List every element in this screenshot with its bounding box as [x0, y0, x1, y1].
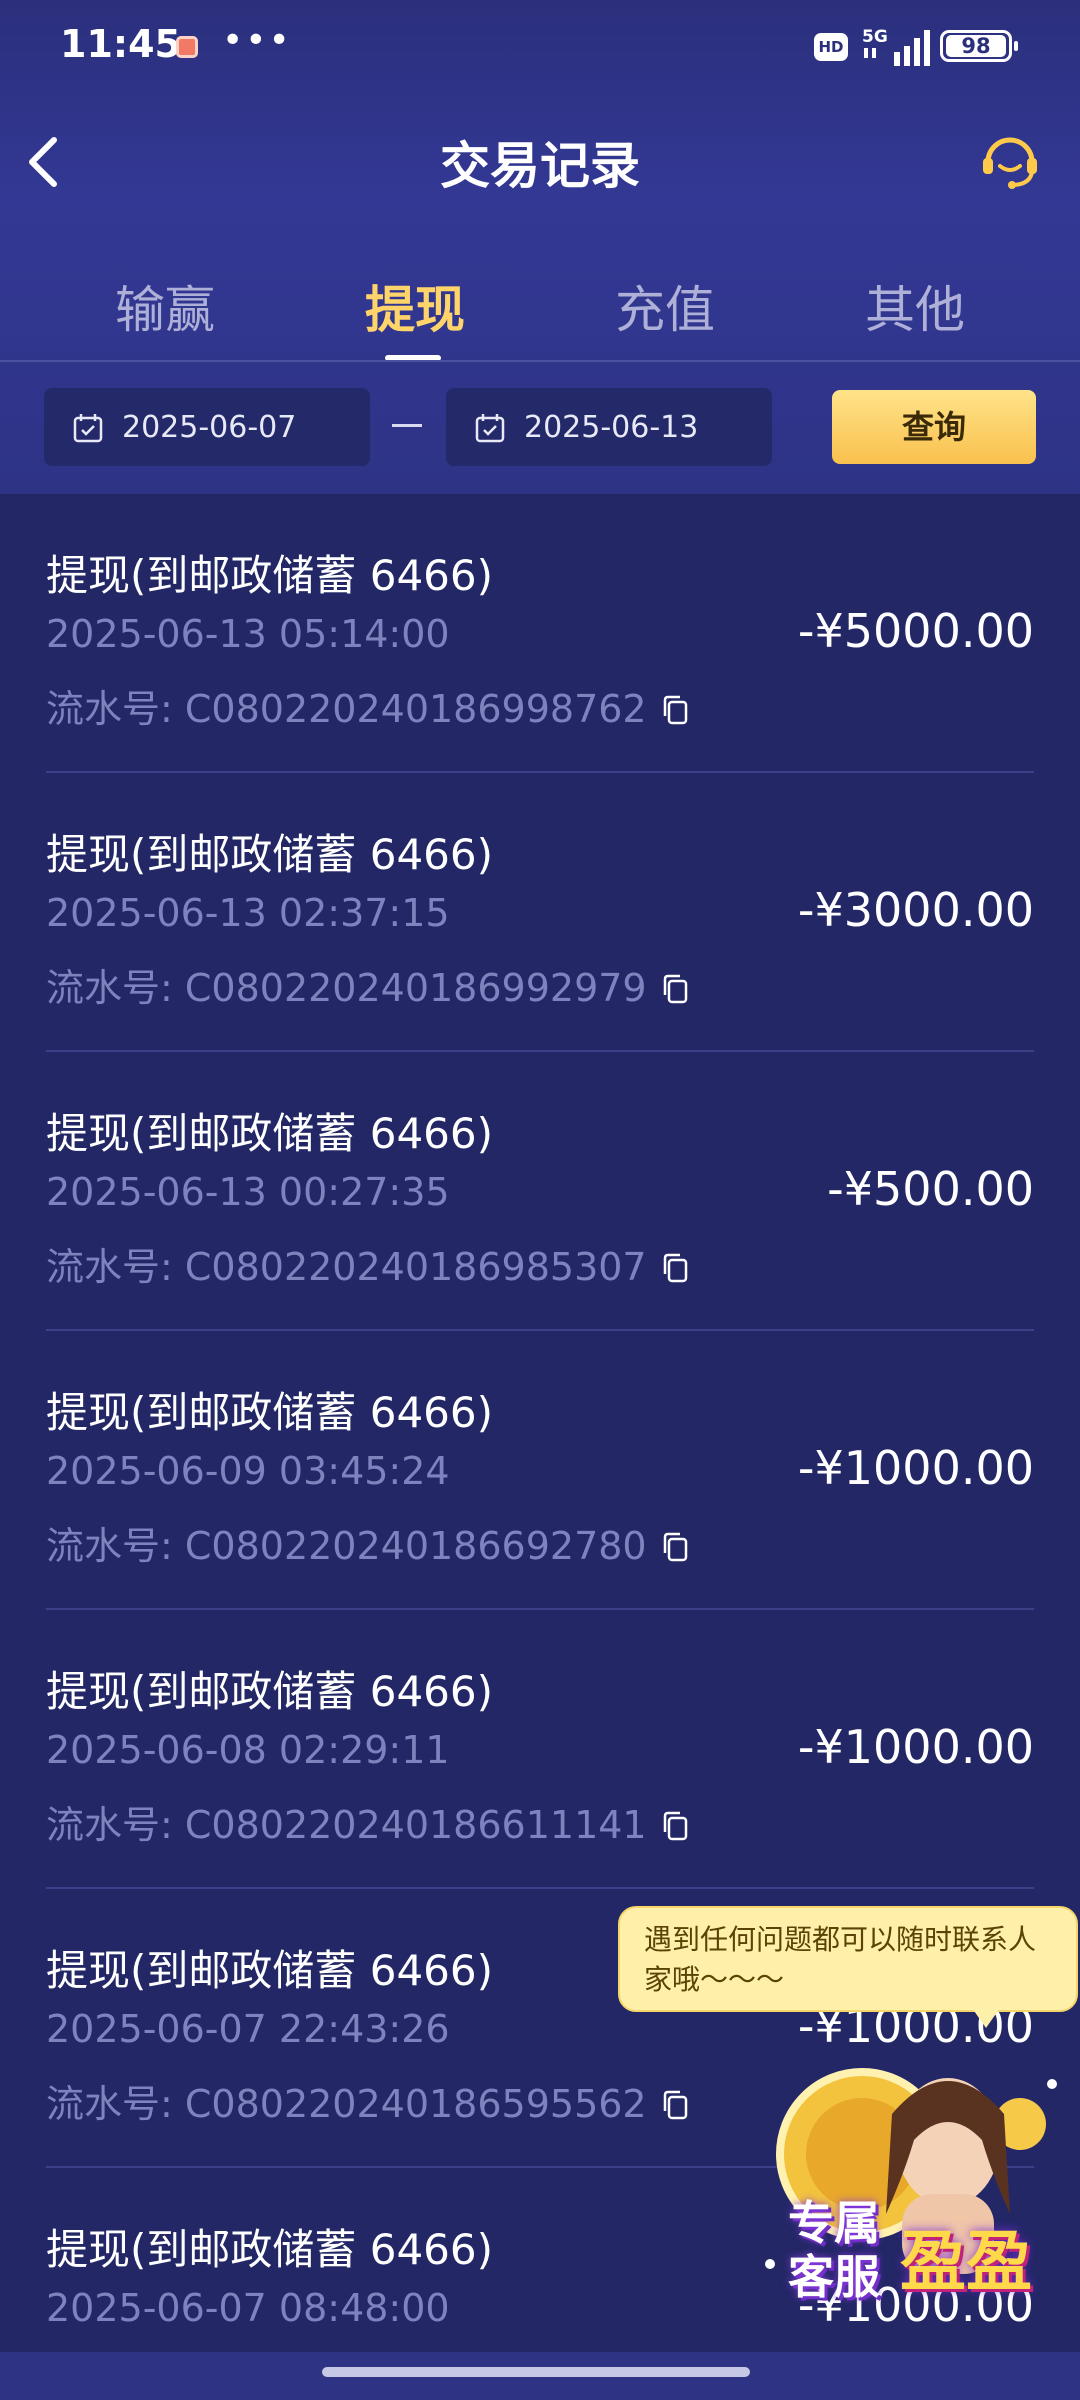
tab-bar: 输赢 提现 充值 其他	[0, 270, 1080, 361]
tab-recharge[interactable]: 充值	[540, 270, 790, 342]
status-bar: 11:45 ••• HD 5G 98	[0, 0, 1080, 96]
record-title: 提现(到邮政储蓄 6466)	[46, 1667, 494, 1716]
exclusive-service-label[interactable]: 专属 客服	[788, 2196, 880, 2304]
record-title: 提现(到邮政储蓄 6466)	[46, 830, 494, 879]
serial-text: 流水号: C080220240186595562	[46, 2082, 647, 2126]
page-title: 交易记录	[440, 137, 640, 195]
serial-text: 流水号: C080220240186692780	[46, 1524, 647, 1568]
date-range-dash	[392, 424, 422, 427]
serial-text: 流水号: C080220240186992979	[46, 966, 647, 1010]
record-time: 2025-06-13 00:27:35	[46, 1170, 450, 1214]
record-time: 2025-06-07 22:43:26	[46, 2007, 450, 2051]
copy-icon[interactable]	[661, 1810, 689, 1842]
hd-icon: HD	[814, 33, 848, 61]
calendar-icon	[73, 414, 103, 443]
record-time: 2025-06-08 02:29:11	[46, 1728, 450, 1772]
record-amount: -¥5000.00	[797, 604, 1034, 658]
record-title: 提现(到邮政储蓄 6466)	[46, 551, 494, 600]
copy-icon[interactable]	[661, 694, 689, 726]
record-time: 2025-06-13 05:14:00	[46, 612, 450, 656]
serial-text: 流水号: C080220240186985307	[46, 1245, 647, 1289]
more-notifications-icon: •••	[222, 20, 292, 61]
tab-win-loss[interactable]: 输赢	[40, 270, 290, 342]
list-item[interactable]: 提现(到邮政储蓄 6466) 2025-06-09 03:45:24 流水号: …	[0, 1331, 1080, 1610]
serial-text: 流水号: C080220240186611141	[46, 1803, 647, 1847]
tooltip-tail	[972, 2008, 1000, 2028]
record-serial: 流水号: C080220240186595562	[46, 2073, 689, 2128]
record-amount: -¥1000.00	[797, 1720, 1034, 1774]
battery-icon: 98	[940, 30, 1018, 62]
copy-icon[interactable]	[661, 973, 689, 1005]
signal-5g-icon: 5G	[862, 27, 930, 66]
record-time: 2025-06-07 08:48:00	[46, 2286, 450, 2330]
notification-app-icon	[176, 36, 198, 58]
record-serial: 流水号: C080220240186692780	[46, 1515, 689, 1570]
record-amount: -¥1000.00	[797, 1441, 1034, 1495]
list-item[interactable]: 提现(到邮政储蓄 6466) 2025-06-13 05:14:00 流水号: …	[0, 494, 1080, 773]
record-title: 提现(到邮政储蓄 6466)	[46, 1946, 494, 1995]
record-serial: 流水号: C080220240186985307	[46, 1236, 689, 1291]
tab-other[interactable]: 其他	[790, 270, 1040, 342]
record-serial: 流水号: C080220240186992979	[46, 957, 689, 1012]
copy-icon[interactable]	[661, 1531, 689, 1563]
calendar-icon	[475, 414, 505, 443]
record-amount: -¥500.00	[827, 1162, 1034, 1216]
battery-level: 98	[946, 35, 1006, 57]
service-agent-name[interactable]: 盈盈	[900, 2208, 1032, 2304]
record-serial: 流水号: C080220240186611141	[46, 1794, 689, 1849]
list-item[interactable]: 提现(到邮政储蓄 6466) 2025-06-13 00:27:35 流水号: …	[0, 1052, 1080, 1331]
record-serial: 流水号: C08022024018699876​2	[46, 678, 689, 733]
network-type-label: 5G	[862, 27, 888, 47]
end-date-value: 2025-06-13	[524, 410, 699, 445]
divider	[0, 360, 1080, 362]
start-date-value: 2025-06-07	[122, 410, 297, 445]
record-title: 提现(到邮政储蓄 6466)	[46, 1109, 494, 1158]
copy-icon[interactable]	[661, 2089, 689, 2121]
status-time: 11:45	[60, 22, 181, 66]
list-item[interactable]: 提现(到邮政储蓄 6466) 2025-06-13 02:37:15 流水号: …	[0, 773, 1080, 1052]
copy-icon[interactable]	[661, 1252, 689, 1284]
record-time: 2025-06-09 03:45:24	[46, 1449, 450, 1493]
record-title: 提现(到邮政储蓄 6466)	[46, 1388, 494, 1437]
customer-service-headset-icon[interactable]	[978, 128, 1042, 192]
service-tooltip: 遇到任何问题都可以随时联系人家哦～～～	[618, 1906, 1078, 2012]
record-time: 2025-06-13 02:37:15	[46, 891, 450, 935]
list-item[interactable]: 提现(到邮政储蓄 6466) 2025-06-08 02:29:11 流水号: …	[0, 1610, 1080, 1889]
home-indicator[interactable]	[322, 2367, 750, 2377]
query-button[interactable]: 查询	[832, 390, 1036, 464]
tab-withdraw[interactable]: 提现	[290, 270, 540, 342]
start-date-picker[interactable]: 2025-06-07	[44, 388, 370, 466]
record-title: 提现(到邮政储蓄 6466)	[46, 2225, 494, 2274]
serial-text: 流水号: C08022024018699876​2	[46, 687, 647, 731]
record-amount: -¥3000.00	[797, 883, 1034, 937]
end-date-picker[interactable]: 2025-06-13	[446, 388, 772, 466]
